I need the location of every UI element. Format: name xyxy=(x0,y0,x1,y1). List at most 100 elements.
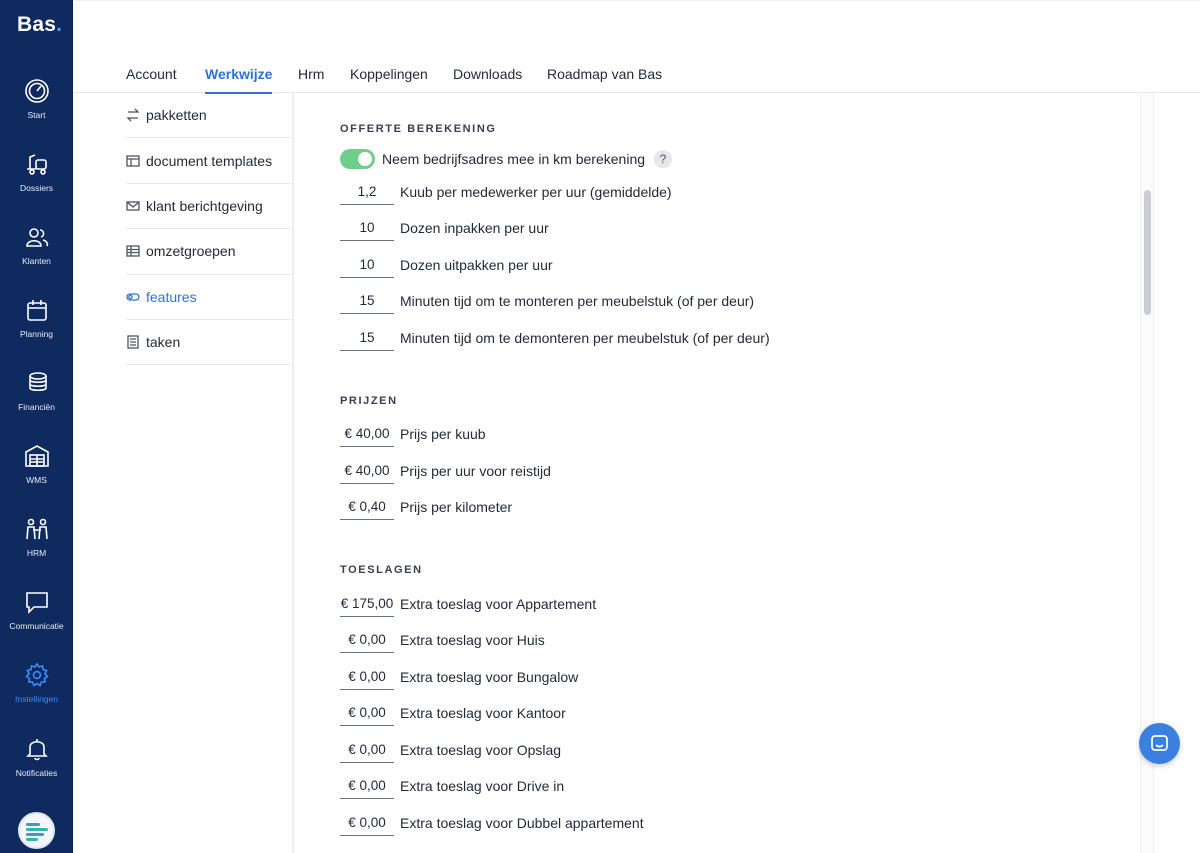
brand-logo[interactable]: Bas. xyxy=(17,13,62,37)
value-input[interactable]: € 0,00 xyxy=(340,627,394,653)
swap-icon xyxy=(126,108,140,122)
setting-row: 15 Minuten tijd om te monteren per meubel… xyxy=(340,288,754,314)
value-input[interactable]: € 0,00 xyxy=(340,810,394,836)
nav-item-wms[interactable]: WMS xyxy=(0,443,73,503)
nav-label: Financiën xyxy=(18,402,55,412)
row-label: Extra toeslag voor Kantoor xyxy=(400,705,566,721)
nav-item-klanten[interactable]: Klanten xyxy=(0,224,73,284)
nav-label: Planning xyxy=(19,329,54,339)
tab-downloads[interactable]: Downloads xyxy=(453,66,522,82)
row-label: Kuub per medewerker per uur (gemiddelde) xyxy=(400,184,672,200)
main-nav: Bas. Start Dossiers Klanten Planning Fin… xyxy=(0,0,73,853)
nav-item-communicatie[interactable]: Communicatie xyxy=(0,589,73,649)
setting-row: € 0,00 Extra toeslag voor Dubbel appartem… xyxy=(340,810,644,836)
row-label: Prijs per kuub xyxy=(400,426,486,442)
toggle-icon xyxy=(126,293,140,301)
gear-icon xyxy=(24,662,49,687)
team-icon xyxy=(25,518,48,540)
row-label: Minuten tijd om te demonteren per meubel… xyxy=(400,330,770,346)
row-label: Extra toeslag voor Appartement xyxy=(400,596,597,612)
value-input[interactable]: € 0,00 xyxy=(340,737,394,763)
setting-row: 15 Minuten tijd om te demonteren per meub… xyxy=(340,325,770,351)
value-input[interactable]: 15 xyxy=(340,325,394,351)
submenu-item-features[interactable]: features xyxy=(126,275,292,320)
setting-row: € 0,00 Extra toeslag voor Bungalow xyxy=(340,664,578,690)
value-input[interactable]: € 0,40 xyxy=(340,494,394,520)
settings-content: OFFERTE BEREKENING Neem bedrijfsadres me… xyxy=(294,93,1140,853)
value-input[interactable]: € 40,00 xyxy=(340,458,394,484)
row-label: Minuten tijd om te monteren per meubelst… xyxy=(400,293,755,309)
value-input[interactable]: € 175,00 xyxy=(340,591,394,617)
value-input[interactable]: € 0,00 xyxy=(340,664,394,690)
chat-launcher-button[interactable] xyxy=(1139,723,1180,764)
value-input[interactable]: 10 xyxy=(340,215,394,241)
nav-label: Communicatie xyxy=(9,621,64,631)
setting-row: € 0,00 Extra toeslag voor Opslag xyxy=(340,737,561,763)
submenu-item-document-templates[interactable]: document templates xyxy=(126,138,292,184)
submenu-label: omzetgroepen xyxy=(146,243,236,260)
nav-item-notificaties[interactable]: Notificaties xyxy=(0,736,73,796)
nav-item-instellingen[interactable]: Instellingen xyxy=(0,662,73,722)
setting-row: € 40,00 Prijs per kuub xyxy=(340,421,486,447)
nav-label: Dossiers xyxy=(19,183,54,193)
bell-icon xyxy=(25,739,48,761)
tab-koppelingen[interactable]: Koppelingen xyxy=(350,66,428,82)
setting-row: 10 Dozen inpakken per uur xyxy=(340,215,549,241)
tab-werkwijze[interactable]: Werkwijze xyxy=(205,66,272,82)
nav-item-hrm[interactable]: HRM xyxy=(0,516,73,576)
nav-item-start[interactable]: Start xyxy=(0,78,73,138)
value-input[interactable]: € 0,00 xyxy=(340,773,394,799)
value-input[interactable]: € 0,00 xyxy=(340,700,394,726)
submenu-item-klant-berichtgeving[interactable]: klant berichtgeving xyxy=(126,184,292,230)
row-label: Extra toeslag voor Drive in xyxy=(400,778,565,794)
nav-item-dossiers[interactable]: Dossiers xyxy=(0,151,73,211)
row-label: Extra toeslag voor Bungalow xyxy=(400,669,579,685)
submenu-label: features xyxy=(146,288,197,305)
help-icon[interactable]: ? xyxy=(654,150,673,168)
row-label: Extra toeslag voor Dubbel appartement xyxy=(400,815,644,831)
submenu-label: klant berichtgeving xyxy=(146,197,263,214)
setting-row: € 0,00 Extra toeslag voor Huis xyxy=(340,627,545,653)
toggle-label: Neem bedrijfsadres mee in km berekening xyxy=(382,151,646,167)
users-icon xyxy=(25,228,48,247)
setting-row: 10 Dozen uitpakken per uur xyxy=(340,252,553,278)
row-label: Extra toeslag voor Opslag xyxy=(400,742,562,758)
tab-hrm[interactable]: Hrm xyxy=(298,66,324,82)
nav-label: Start xyxy=(27,110,46,120)
submenu-item-taken[interactable]: taken xyxy=(126,320,292,366)
mail-icon xyxy=(126,201,140,211)
value-input[interactable]: 15 xyxy=(340,288,394,314)
row-label: Dozen inpakken per uur xyxy=(400,220,549,236)
nav-label: HRM xyxy=(26,548,47,558)
value-input[interactable]: 1,2 xyxy=(340,179,394,205)
avatar[interactable] xyxy=(18,812,55,849)
nav-label: WMS xyxy=(26,475,47,485)
nav-label: Notificaties xyxy=(15,768,58,778)
submenu-item-omzetgroepen[interactable]: omzetgroepen xyxy=(126,229,292,275)
coins-icon xyxy=(28,372,47,392)
nav-item-planning[interactable]: Planning xyxy=(0,297,73,357)
submenu-label: taken xyxy=(146,334,181,351)
setting-row: € 0,00 Extra toeslag voor Kantoor xyxy=(340,700,566,726)
calendar-icon xyxy=(26,300,47,321)
gauge-icon xyxy=(24,79,49,103)
setting-row: € 40,00 Prijs per uur voor reistijd xyxy=(340,458,551,484)
section-title-prijzen: PRIJZEN xyxy=(340,395,398,407)
table-icon xyxy=(126,245,140,258)
tab-roadmap[interactable]: Roadmap van Bas xyxy=(547,66,662,82)
row-label: Prijs per kilometer xyxy=(400,499,513,515)
settings-submenu: pakketten document templates klant beric… xyxy=(126,93,292,366)
setting-row: 1,2 Kuub per medewerker per uur (gemiddel… xyxy=(340,179,672,205)
truck-icon xyxy=(26,154,47,175)
row-label: Extra toeslag voor Huis xyxy=(400,632,545,648)
list-icon xyxy=(127,335,139,349)
layout-icon xyxy=(126,154,140,167)
scrollbar-thumb[interactable] xyxy=(1144,190,1151,315)
tab-account[interactable]: Account xyxy=(126,66,177,82)
nav-item-financien[interactable]: Financiën xyxy=(0,370,73,430)
value-input[interactable]: € 40,00 xyxy=(340,421,394,447)
value-input[interactable]: 10 xyxy=(340,252,394,278)
company-address-toggle[interactable] xyxy=(340,149,375,169)
submenu-item-pakketten[interactable]: pakketten xyxy=(126,93,292,139)
settings-tabs: Account Werkwijze Hrm Koppelingen Downlo… xyxy=(73,0,1200,94)
